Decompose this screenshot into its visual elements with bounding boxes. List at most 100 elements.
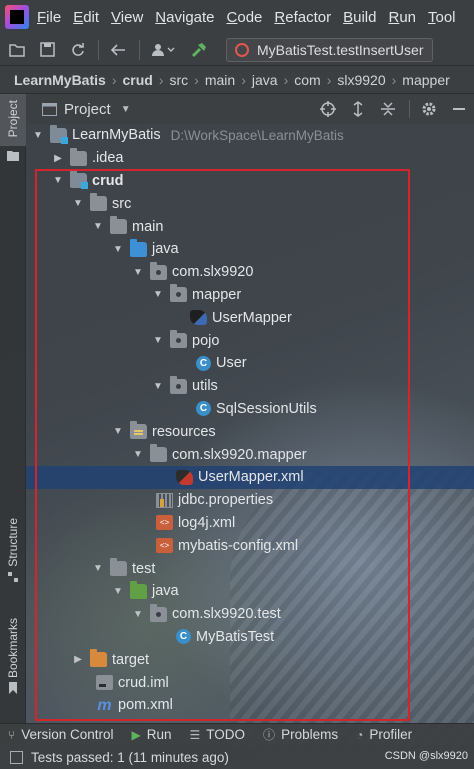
expand-all-icon[interactable] (349, 100, 367, 118)
menu-label: efactor (285, 8, 332, 26)
breadcrumb-chevron-icon: › (283, 71, 289, 88)
tool-tab-structure[interactable]: Structure (0, 518, 26, 598)
tree-node-root[interactable]: ▼ LearnMyBatis D:\WorkSpace\LearnMyBatis (26, 124, 474, 147)
tool-tab-label: Structure (6, 518, 20, 567)
tool-tab-project[interactable]: Project (0, 94, 26, 146)
menu-refactor[interactable]: Refactor (274, 9, 331, 26)
module-folder-icon (50, 124, 68, 144)
breadcrumb-item[interactable]: src (170, 72, 189, 88)
problems-icon: ⓘ (263, 728, 276, 742)
tree-node-label: LearnMyBatis (72, 127, 161, 144)
tool-tab-bookmarks[interactable]: Bookmarks (0, 618, 26, 708)
user-account-icon[interactable] (150, 41, 178, 59)
toolbar-separator (139, 39, 140, 60)
bookmark-icon (9, 682, 17, 695)
menu-view[interactable]: View (111, 9, 143, 26)
menu-tools[interactable]: Tool (428, 9, 456, 26)
status-message: Tests passed: 1 (11 minutes ago) (31, 749, 229, 765)
tree-node-path: D:\WorkSpace\LearnMyBatis (170, 127, 344, 143)
left-tool-strip: Project Structure Bookmarks (0, 94, 26, 744)
breadcrumb-item[interactable]: java (252, 72, 278, 88)
back-arrow-icon[interactable] (109, 41, 127, 59)
menu-mnemonic: E (73, 8, 84, 26)
menu-run[interactable]: Run (388, 9, 416, 26)
gear-icon[interactable] (420, 100, 438, 118)
tool-windows-toggle-icon[interactable] (10, 750, 23, 764)
tab-label: TODO (206, 727, 246, 742)
breadcrumb-chevron-icon: › (326, 71, 332, 88)
breadcrumb-chevron-icon: › (158, 71, 164, 88)
breadcrumb-chevron-icon: › (241, 71, 246, 88)
project-view-selector[interactable]: Project ▼ (40, 100, 131, 118)
toolbar-separator (98, 39, 99, 60)
chevron-down-icon: ▼ (120, 103, 131, 115)
breadcrumb-item[interactable]: com (294, 72, 320, 88)
chevron-right-icon[interactable]: ▶ (52, 153, 64, 164)
open-folder-icon[interactable] (8, 41, 26, 59)
save-icon[interactable] (38, 41, 56, 59)
run-configuration-selector[interactable]: MyBatisTest.testInsertUser (226, 37, 433, 62)
menu-build[interactable]: Build (343, 9, 376, 26)
menu-navigate[interactable]: Navigate (155, 9, 214, 26)
tree-node-label: .idea (92, 150, 124, 167)
breadcrumb-chevron-icon: › (391, 71, 397, 88)
menu-code[interactable]: Code (227, 9, 263, 26)
panel-title: Project (64, 100, 111, 118)
tool-tab-label: Project (6, 100, 20, 138)
tab-label: Profiler (369, 727, 413, 742)
menu-mnemonic: N (155, 8, 167, 26)
structure-icon (8, 571, 18, 582)
branch-icon: ⑂ (8, 727, 16, 742)
highlight-box (35, 169, 410, 721)
intellij-logo-icon (5, 5, 29, 29)
locate-target-icon[interactable] (319, 100, 337, 118)
menu-label: uild (353, 8, 377, 26)
menu-label: ile (46, 8, 62, 26)
chevron-down-icon[interactable]: ▼ (32, 130, 44, 141)
tab-label: Problems (281, 727, 339, 742)
hide-panel-icon[interactable] (450, 100, 468, 118)
breadcrumb: LearnMyBatis › crud › src › main › java › com… (0, 66, 474, 94)
profiler-icon: ◔ (356, 727, 364, 742)
tree-node-idea[interactable]: ▶ .idea (26, 147, 474, 170)
menu-mnemonic: C (226, 8, 238, 26)
breadcrumb-chevron-icon: › (194, 71, 199, 88)
tab-run[interactable]: ▶ Run (132, 727, 172, 742)
test-config-icon (235, 42, 249, 57)
menu-mnemonic: B (343, 8, 354, 26)
sync-icon[interactable] (68, 41, 86, 59)
bottom-tool-tabs: ⑂ Version Control ▶ Run ☰ TODO ⓘ Problem… (0, 723, 474, 745)
breadcrumb-item[interactable]: mapper (402, 72, 449, 88)
panel-separator (409, 100, 410, 118)
tool-tab-label: Bookmarks (6, 618, 20, 679)
breadcrumb-chevron-icon: › (111, 71, 117, 88)
tab-todo[interactable]: ☰ TODO (190, 727, 246, 742)
breadcrumb-item[interactable]: main (205, 72, 235, 88)
list-icon: ☰ (189, 727, 201, 742)
menu-edit[interactable]: Edit (73, 9, 99, 26)
menu-bar: File Edit View Navigate Code Refactor Bu… (0, 0, 474, 34)
menu-label: avigate (166, 8, 215, 26)
breadcrumb-item[interactable]: slx9920 (337, 72, 385, 88)
breadcrumb-item[interactable]: crud (122, 72, 152, 88)
folder-icon (70, 147, 87, 166)
run-config-label: MyBatisTest.testInsertUser (257, 41, 424, 58)
project-view-icon (40, 100, 58, 118)
play-icon: ▶ (131, 727, 141, 742)
menu-mnemonic: T (428, 8, 436, 26)
menu-label: ode (237, 8, 263, 26)
menu-label: dit (83, 8, 100, 26)
menu-label: iew (120, 8, 144, 26)
main-toolbar: MyBatisTest.testInsertUser (0, 34, 474, 66)
tab-profiler[interactable]: ◔ Profiler (356, 727, 412, 742)
menu-file[interactable]: File (37, 9, 61, 26)
build-hammer-icon[interactable] (190, 41, 208, 59)
tab-problems[interactable]: ⓘ Problems (263, 726, 338, 743)
menu-mnemonic: V (111, 8, 121, 26)
menu-label: un (399, 8, 416, 26)
tab-version-control[interactable]: ⑂ Version Control (8, 727, 114, 742)
collapse-all-icon[interactable] (379, 100, 397, 118)
project-panel-header: Project ▼ (26, 94, 474, 124)
menu-label: ool (435, 8, 456, 26)
breadcrumb-item[interactable]: LearnMyBatis (14, 72, 106, 88)
